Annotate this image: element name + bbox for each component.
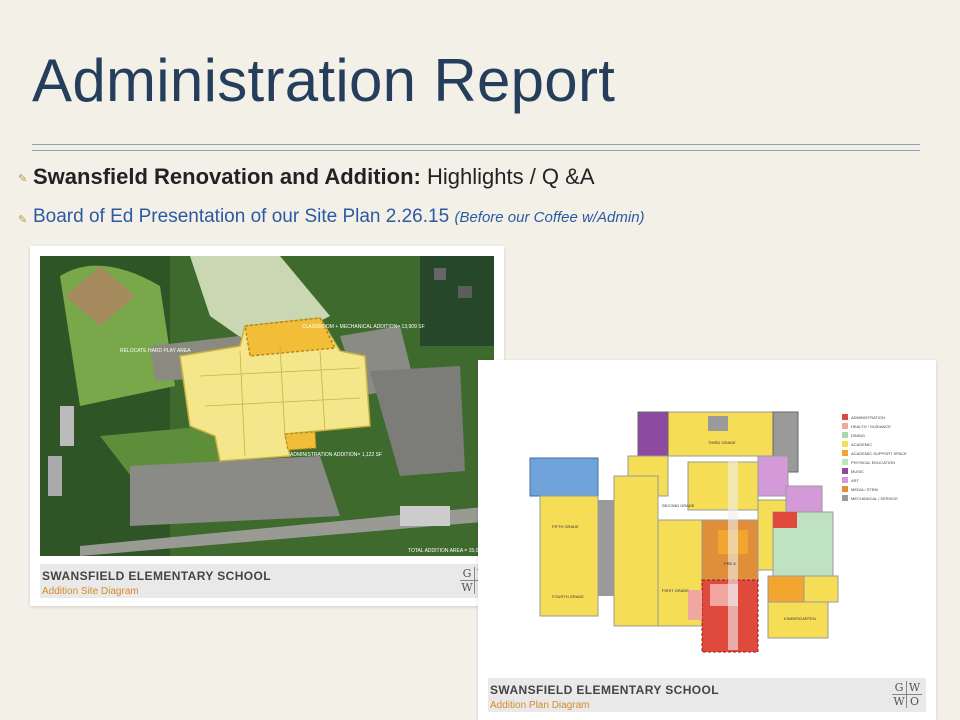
plan-footer: SWANSFIELD ELEMENTARY SCHOOL Addition Pl… [488,678,926,712]
legend-swatch [842,459,848,465]
legend-swatch [842,477,848,483]
legend-swatch [842,423,848,429]
plan-school-name: SWANSFIELD ELEMENTARY SCHOOL [490,683,719,697]
room-third: THIRD GRADE [708,440,736,445]
bullet-icon: ✎ [18,173,28,185]
slide-title: Administration Report [32,47,616,114]
legend-label: MECHANICAL / SERVICE [851,496,898,501]
legend-label: PHYSICAL EDUCATION [851,460,895,465]
plan-caption: Addition Plan Diagram [490,700,590,711]
title-divider-bottom [32,150,920,151]
site-diagram-card: RELOCATE HARD PLAY AREA CLASSROOM + MECH… [30,246,504,606]
legend-swatch [842,441,848,447]
label-admin-addition: ADMINISTRATION ADDITION= 1,122 SF [290,452,382,458]
legend-label: ADMINISTRATION [851,415,885,420]
label-relocate: RELOCATE HARD PLAY AREA [120,348,191,354]
room-fourth: FOURTH GRADE [552,594,584,599]
legend-label: MEDIA / STEM [851,487,878,492]
bullet-2-text: Board of Ed Presentation of our Site Pla… [33,206,450,227]
room-first: FIRST GRADE [662,588,689,593]
bullet-1-rest: Highlights / Q &A [426,164,595,189]
plan-legend: ADMINISTRATION HEALTH / GUIDANCE DINING ACA… [842,414,907,501]
legend-swatch [842,495,848,501]
legend-swatch [842,414,848,420]
site-footer: SWANSFIELD ELEMENTARY SCHOOL Addition Si… [40,564,494,598]
legend-label: HEALTH / GUIDANCE [851,424,891,429]
label-classroom-addition: CLASSROOM + MECHANICAL ADDITION= 13,909 … [302,324,425,330]
legend-swatch [842,486,848,492]
site-aerial-image: RELOCATE HARD PLAY AREA CLASSROOM + MECH… [40,256,494,556]
legend-swatch [842,468,848,474]
legend-swatch [842,450,848,456]
legend-swatch [842,432,848,438]
legend-label: ACADEMIC [851,442,872,447]
gwwo-logo: G W W O [892,681,922,708]
bullet-line-1: Swansfield Renovation and Addition: High… [33,164,595,190]
room-pre: PRE-K [724,561,737,566]
bullet-2-italic: (Before our Coffee w/Admin) [454,209,645,226]
site-school-name: SWANSFIELD ELEMENTARY SCHOOL [42,569,271,583]
site-caption: Addition Site Diagram [42,586,139,597]
plan-diagram-card: THIRD GRADE SECOND GRADE FIFTH GRADE FOU… [478,360,936,720]
legend-label: DINING [851,433,865,438]
title-divider-top [32,144,920,145]
room-kinder: KINDERGARTEN [784,616,816,621]
room-second: SECOND GRADE [662,503,695,508]
legend-label: ART [851,478,859,483]
floor-plan-image: THIRD GRADE SECOND GRADE FIFTH GRADE FOU… [488,370,926,670]
legend-label: ACADEMIC SUPPORT SPACE [851,451,907,456]
legend-label: MUSIC [851,469,864,474]
room-fifth: FIFTH GRADE [552,524,579,529]
bullet-line-2: Board of Ed Presentation of our Site Pla… [33,206,645,228]
bullet-1-bold: Swansfield Renovation and Addition: [33,164,421,189]
bullet-icon: ✎ [18,214,28,226]
